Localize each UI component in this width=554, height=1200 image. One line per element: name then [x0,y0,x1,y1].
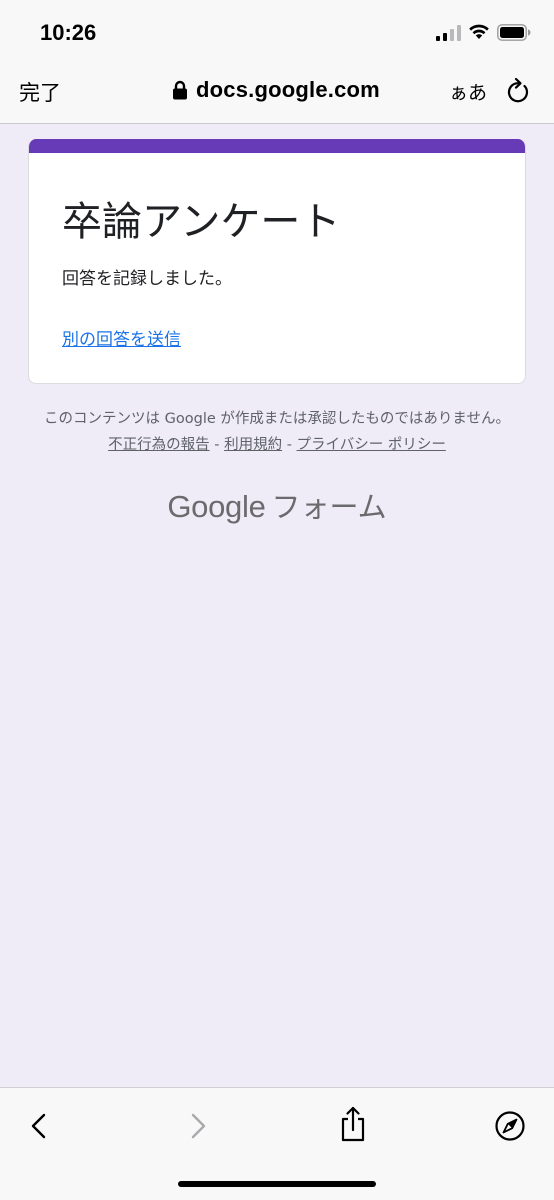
url-text: docs.google.com [196,77,380,102]
form-title: 卒論アンケート [62,199,341,245]
privacy-policy-link[interactable]: プライバシー ポリシー [297,437,446,453]
confirmation-message: 回答を記録しました。 [62,269,232,289]
separator: - [214,437,220,453]
disclaimer: このコンテンツは Google が作成または承認したものではありません。 不正行… [40,406,514,458]
reload-icon[interactable] [505,77,531,105]
share-icon[interactable] [339,1106,367,1142]
lock-icon [173,80,187,100]
url-field[interactable]: docs.google.com [172,76,380,104]
cellular-signal-icon [436,25,461,41]
compass-icon[interactable] [494,1110,526,1142]
chevron-left-icon[interactable] [28,1112,50,1140]
separator: - [286,437,292,453]
disclaimer-text: このコンテンツは Google が作成または承認したものではありません。 [44,411,510,427]
battery-icon [497,24,531,41]
card-accent-bar [29,139,525,153]
terms-link[interactable]: 利用規約 [224,437,282,453]
google-forms-logo[interactable]: Google フォーム [0,484,554,526]
status-bar: 10:26 [0,0,554,66]
submit-another-response-link[interactable]: 別の回答を送信 [62,325,181,350]
browser-address-bar: 完了 docs.google.com ぁあ [0,66,554,124]
status-time: 10:26 [40,20,97,45]
home-indicator[interactable] [178,1181,376,1187]
done-button[interactable]: 完了 [19,77,61,107]
confirmation-card: 卒論アンケート 回答を記録しました。 別の回答を送信 [28,139,526,384]
report-abuse-link[interactable]: 不正行為の報告 [108,437,210,453]
forms-wordmark: フォーム [271,490,387,524]
google-wordmark: Google [167,489,266,524]
chevron-right-icon[interactable] [187,1112,209,1140]
wifi-icon [469,24,489,39]
text-size-button[interactable]: ぁあ [449,78,487,105]
